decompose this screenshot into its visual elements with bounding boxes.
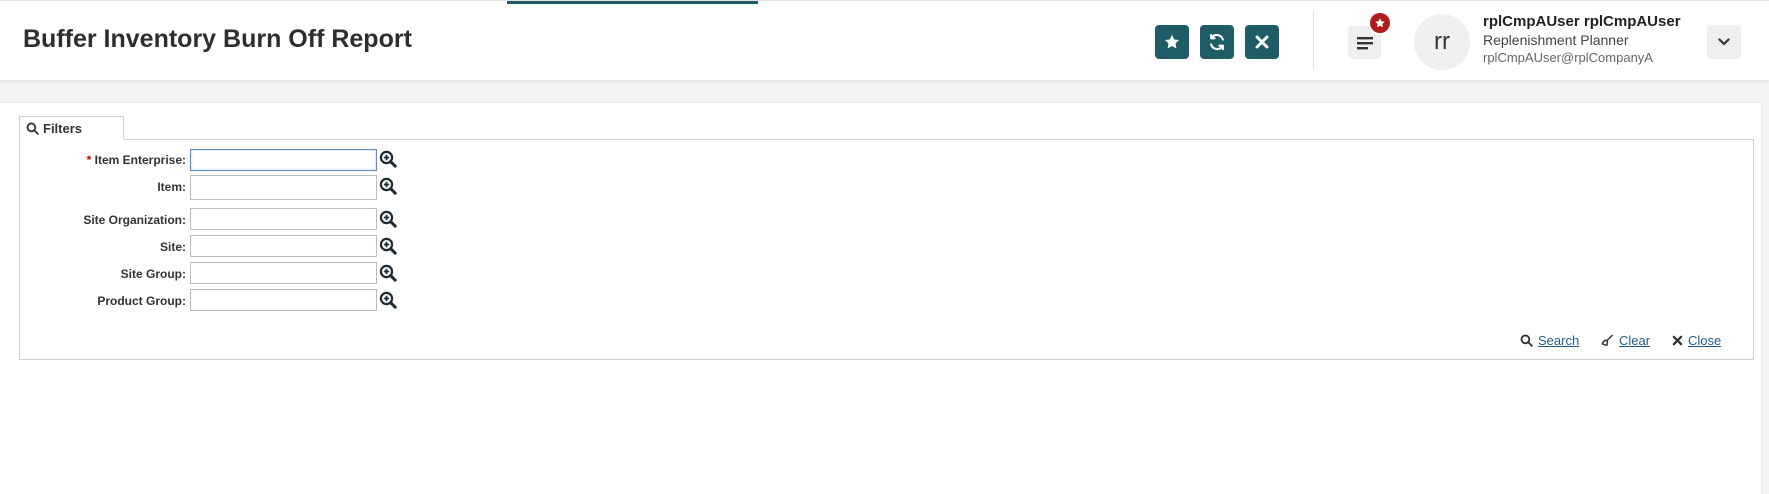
site-organization-input[interactable] [190,208,377,230]
clear-button[interactable]: Clear [1600,333,1650,348]
zoom-in-icon [379,237,397,255]
search-icon [1520,334,1533,347]
tab-filters[interactable]: Filters [19,116,124,140]
tab-filters-label: Filters [43,120,83,136]
header-divider [1313,11,1314,69]
site-label: Site: [159,240,186,254]
chevron-down-icon [1718,38,1730,46]
site-group-lookup-button[interactable] [379,264,397,282]
user-name: rplCmpAUser rplCmpAUser [1483,13,1681,30]
search-label: Search [1538,333,1580,348]
filters-panel: * Item Enterprise: Item: Site Organizati… [19,139,1754,360]
zoom-in-icon [379,177,397,195]
user-email: rplCmpAUser@rplCompanyA [1483,50,1653,65]
active-tab-indicator [507,1,758,4]
zoom-in-icon [379,150,397,168]
site-input[interactable] [190,235,377,257]
item-enterprise-label: * Item Enterprise: [86,153,186,167]
zoom-in-icon [379,264,397,282]
close-label: Close [1688,333,1722,348]
star-icon [1164,34,1180,49]
item-enterprise-input[interactable] [190,149,377,171]
site-group-input[interactable] [190,262,377,284]
close-icon [1255,35,1269,49]
refresh-button[interactable] [1200,25,1234,59]
close-filters-button[interactable]: Close [1672,333,1721,348]
close-page-button[interactable] [1245,25,1279,59]
item-input[interactable] [190,175,377,200]
top-bar: Buffer Inventory Burn Off Report rr rplC… [0,0,1769,80]
refresh-icon [1210,33,1224,51]
site-lookup-button[interactable] [379,237,397,255]
site-group-label: Site Group: [120,267,186,281]
close-icon [1672,335,1683,346]
zoom-in-icon [379,291,397,309]
search-icon [26,122,39,135]
site-organization-label: Site Organization: [83,213,186,227]
notification-badge[interactable] [1368,11,1392,35]
required-marker: * [86,153,92,167]
zoom-in-icon [379,210,397,228]
search-button[interactable]: Search [1520,333,1579,348]
item-enterprise-lookup-button[interactable] [379,150,397,168]
eraser-icon [1601,334,1613,346]
clear-label: Clear [1619,333,1651,348]
user-menu-dropdown-button[interactable] [1707,25,1741,59]
item-lookup-button[interactable] [379,177,397,195]
product-group-lookup-button[interactable] [379,291,397,309]
favorite-button[interactable] [1155,25,1189,59]
page-title: Buffer Inventory Burn Off Report [23,25,412,53]
avatar[interactable]: rr [1414,14,1470,70]
product-group-input[interactable] [190,289,377,311]
star-icon [1375,18,1385,28]
hamburger-icon [1356,36,1373,49]
user-role: Replenishment Planner [1483,32,1629,48]
product-group-label: Product Group: [97,294,186,308]
site-organization-lookup-button[interactable] [379,210,397,228]
item-label: Item: [157,180,186,194]
